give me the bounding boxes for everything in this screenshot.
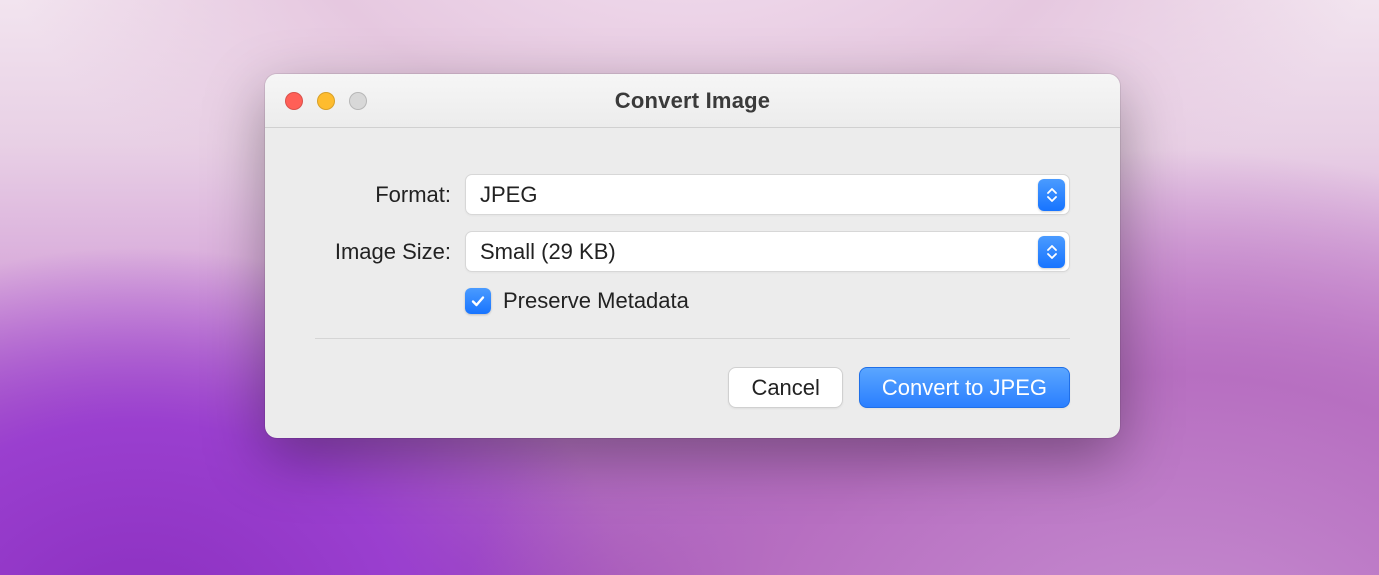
preserve-metadata-row: Preserve Metadata	[465, 288, 1070, 314]
convert-image-dialog: Convert Image Format: JPEG Image Size: S…	[265, 74, 1120, 438]
convert-button-label: Convert to JPEG	[882, 375, 1047, 401]
image-size-value: Small (29 KB)	[480, 239, 616, 265]
dialog-content: Format: JPEG Image Size: Small (29 KB)	[265, 128, 1120, 438]
image-size-row: Image Size: Small (29 KB)	[315, 231, 1070, 272]
cancel-button[interactable]: Cancel	[728, 367, 842, 408]
format-label: Format:	[315, 182, 465, 208]
preserve-metadata-label: Preserve Metadata	[503, 288, 689, 314]
dialog-title: Convert Image	[265, 88, 1120, 114]
image-size-label: Image Size:	[315, 239, 465, 265]
preserve-metadata-checkbox[interactable]	[465, 288, 491, 314]
convert-button[interactable]: Convert to JPEG	[859, 367, 1070, 408]
divider	[315, 338, 1070, 339]
updown-chevron-icon	[1038, 179, 1065, 211]
updown-chevron-icon	[1038, 236, 1065, 268]
checkmark-icon	[470, 293, 486, 309]
button-row: Cancel Convert to JPEG	[315, 367, 1070, 408]
minimize-window-button[interactable]	[317, 92, 335, 110]
format-row: Format: JPEG	[315, 174, 1070, 215]
titlebar: Convert Image	[265, 74, 1120, 128]
format-value: JPEG	[480, 182, 537, 208]
format-select[interactable]: JPEG	[465, 174, 1070, 215]
zoom-window-button[interactable]	[349, 92, 367, 110]
image-size-select[interactable]: Small (29 KB)	[465, 231, 1070, 272]
cancel-button-label: Cancel	[751, 375, 819, 401]
window-controls	[285, 92, 367, 110]
close-window-button[interactable]	[285, 92, 303, 110]
